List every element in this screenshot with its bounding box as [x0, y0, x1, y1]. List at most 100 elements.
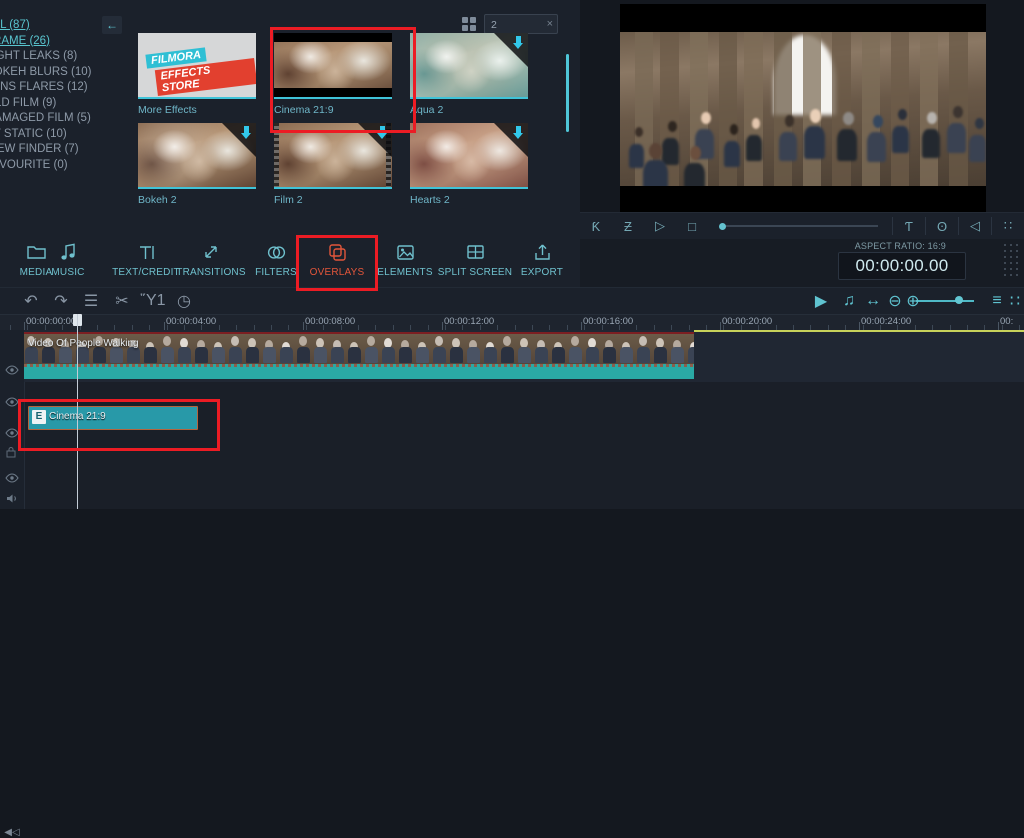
tab-music[interactable]: MUSIC — [38, 232, 98, 288]
timeline-tracks[interactable]: Video Of People Walking E Cinema 21:9 ◀◁ — [0, 330, 1024, 838]
crowd-body-6 — [804, 125, 826, 159]
redo-button[interactable]: ↷ — [52, 292, 70, 310]
filmstrip-body — [59, 347, 72, 363]
zoom-slider-knob[interactable] — [955, 296, 963, 304]
preview-screen[interactable] — [620, 4, 986, 212]
track-visibility-eye-icon[interactable] — [5, 365, 19, 377]
category-item-9[interactable]: FAVOURITE (0) — [0, 158, 124, 173]
zoom-slider-track[interactable] — [916, 300, 974, 302]
effect-thumbnail[interactable] — [410, 123, 528, 189]
play-button[interactable]: ▷ — [644, 213, 676, 239]
filmstrip-body — [688, 347, 694, 363]
undo-button[interactable]: ↶ — [22, 292, 40, 310]
snapshot-button[interactable]: ʘ — [926, 213, 958, 239]
effect-item[interactable]: Hearts 2 — [410, 123, 528, 206]
download-icon[interactable] — [222, 123, 256, 157]
effects-panel-scrollbar[interactable] — [566, 54, 569, 132]
filmstrip-body — [365, 347, 378, 363]
letterbox-bar-bottom — [274, 88, 392, 97]
effects-thumbnail-panel[interactable]: × FILMORAEFFECTS STORE More Effects Cinema… — [122, 0, 564, 232]
effect-item[interactable]: Aqua 2 — [410, 33, 528, 116]
search-box[interactable]: × — [484, 14, 558, 35]
jump-to-end-button[interactable]: Ƶ — [612, 213, 644, 239]
progress-knob[interactable] — [719, 222, 726, 230]
search-input[interactable] — [489, 15, 543, 35]
track-visibility-eye-icon[interactable] — [5, 473, 19, 485]
effects-category-sidebar[interactable]: ← ALL (87)FRAME (26)LIGHT LEAKS (8)BOKEH… — [0, 0, 122, 232]
filmstrip-body — [314, 347, 327, 363]
filmstrip-body — [263, 347, 276, 363]
category-item-1[interactable]: FRAME (26) — [0, 34, 124, 49]
filmstrip-thumb — [503, 336, 511, 346]
category-item-3[interactable]: BOKEH BLURS (10) — [0, 65, 124, 80]
cut-button[interactable]: ✂ — [113, 292, 131, 310]
filmstrip-body — [144, 347, 157, 363]
tab-overlays[interactable]: OVERLAYS — [301, 232, 373, 288]
tab-label: FILTERS — [255, 266, 297, 278]
effect-thumbnail[interactable] — [274, 33, 392, 99]
filmstrip-body — [161, 347, 174, 363]
category-item-5[interactable]: OLD FILM (9) — [0, 96, 124, 111]
filmstrip-body — [433, 347, 446, 363]
tab-export[interactable]: EXPORT — [506, 232, 578, 288]
resize-grip-icon[interactable] — [1002, 242, 1018, 278]
category-item-8[interactable]: VIEW FINDER (7) — [0, 142, 124, 157]
filmstrip-body — [110, 347, 123, 363]
timeline-toolbar[interactable]: ↶ ↷ ☰ ✂ Ὕ1 ◷ ▶ ♫ ↔ ⊖ ⊕ ≡ ∷ — [0, 288, 1024, 314]
category-item-0[interactable]: ALL (87) — [0, 18, 124, 33]
ruler-label: 00:00:08:00 — [305, 316, 356, 327]
track-audio-speaker-icon[interactable] — [5, 493, 19, 505]
fit-timeline-button[interactable]: ↔ — [864, 292, 882, 310]
category-item-7[interactable]: TV STATIC (10) — [0, 127, 124, 142]
zoom-in-button[interactable]: ⊕ — [904, 292, 922, 310]
effect-thumbnail[interactable] — [138, 123, 256, 189]
filmstrip-body — [620, 347, 633, 363]
record-voiceover-button[interactable]: Ƭ — [893, 213, 925, 239]
effect-thumbnail[interactable] — [274, 123, 392, 189]
crowd-body-14 — [969, 135, 986, 163]
grid-view-button[interactable]: ∷ — [1006, 292, 1024, 310]
timeline-scroll-left-button[interactable]: ◀◁ — [1, 826, 23, 838]
effect-item[interactable]: FILMORA EFFECTS STORE More Effects — [138, 33, 256, 116]
render-preview-button[interactable]: ▶ — [812, 292, 830, 310]
effect-item[interactable]: Bokeh 2 — [138, 123, 256, 206]
video-clip[interactable]: Video Of People Walking — [24, 332, 694, 379]
category-item-2[interactable]: LIGHT LEAKS (8) — [0, 49, 124, 64]
grid-view-icon[interactable] — [462, 17, 476, 31]
list-view-button[interactable]: ≡ — [988, 292, 1006, 310]
track-visibility-eye-icon[interactable] — [5, 397, 19, 409]
tool-tab-bar[interactable]: MEDIA MUSIC TEXT/CREDIT TRANSITIONS FILTERS O… — [0, 232, 580, 288]
download-icon[interactable] — [358, 123, 392, 157]
delete-button[interactable]: Ὕ1 — [140, 292, 165, 310]
overlay-clip[interactable]: E Cinema 21:9 — [28, 406, 198, 430]
crowd-person-10 — [927, 112, 937, 124]
download-icon[interactable] — [494, 33, 528, 67]
track-visibility-eye-icon[interactable] — [5, 428, 19, 440]
download-icon[interactable] — [494, 123, 528, 157]
playback-progress-slider[interactable] — [708, 213, 892, 239]
zoom-out-button[interactable]: ⊖ — [886, 292, 904, 310]
effect-item[interactable]: Film 2 — [274, 123, 392, 206]
effect-thumbnail[interactable] — [410, 33, 528, 99]
volume-button[interactable]: ◁ — [959, 213, 991, 239]
category-item-6[interactable]: DAMAGED FILM (5) — [0, 111, 124, 126]
ruler-label: 00:00:16:00 — [583, 316, 634, 327]
export-icon — [534, 243, 551, 262]
playhead-line — [77, 314, 78, 509]
filmstrip-body — [127, 347, 140, 363]
duration-button[interactable]: ◷ — [175, 292, 193, 310]
jump-to-start-button[interactable]: Ƙ — [580, 213, 612, 239]
category-item-4[interactable]: LENS FLARES (12) — [0, 80, 124, 95]
track-lock-icon[interactable] — [5, 446, 19, 458]
overlays-icon — [328, 243, 347, 262]
audio-detach-button[interactable]: ♫ — [840, 292, 858, 310]
adjust-button[interactable]: ☰ — [82, 292, 100, 310]
effect-thumbnail[interactable]: FILMORA EFFECTS STORE — [138, 33, 256, 99]
fullscreen-button[interactable]: ∷ — [992, 213, 1024, 239]
stop-button[interactable]: □ — [676, 213, 708, 239]
text-icon — [138, 243, 155, 262]
effect-item[interactable]: Cinema 21:9 — [274, 33, 392, 116]
category-label: LIGHT LEAKS (8) — [0, 50, 78, 62]
timecode-display[interactable]: 00:00:00.00 — [838, 252, 966, 280]
clear-search-icon[interactable]: × — [547, 16, 553, 32]
